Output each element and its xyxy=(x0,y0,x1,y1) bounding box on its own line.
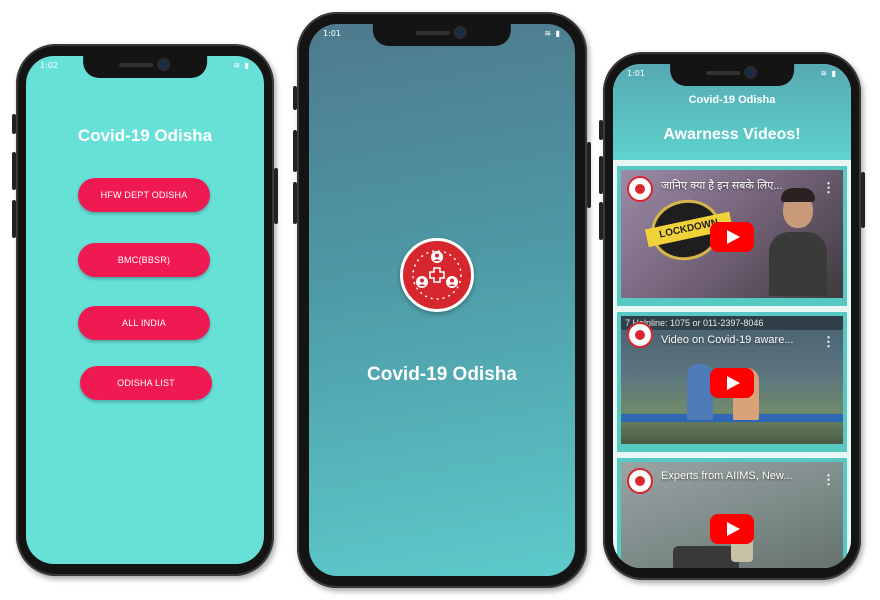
phone-power-button xyxy=(861,172,865,228)
bmc-bbsr-button[interactable]: BMC(BBSR) xyxy=(78,243,210,277)
video-thumbnail[interactable]: Experts from AIIMS, New... ⋮ xyxy=(621,462,843,568)
video-title[interactable]: Video on Covid-19 aware... xyxy=(661,334,821,346)
phone-volume-button xyxy=(12,200,16,238)
video-card[interactable]: Experts from AIIMS, New... ⋮ xyxy=(617,458,847,568)
phone-volume-button xyxy=(293,130,297,172)
more-options-icon[interactable]: ⋮ xyxy=(822,472,835,488)
status-icons: ≋ ▮ xyxy=(233,61,250,70)
page-title: Awarness Videos! xyxy=(663,126,801,143)
covid-care-logo-icon xyxy=(400,238,474,312)
app-title: Covid-19 Odisha xyxy=(367,364,517,385)
person-figure-icon xyxy=(687,364,713,420)
helpline-banner: 7 Helpline: 1075 or 011-2397-8046 xyxy=(621,316,843,330)
phone-side-button xyxy=(599,120,603,140)
more-options-icon[interactable]: ⋮ xyxy=(822,180,835,196)
page-title: Covid-19 Odisha xyxy=(77,126,213,145)
phone-volume-button xyxy=(599,156,603,194)
video-card[interactable]: 7 Helpline: 1075 or 011-2397-8046 Video … xyxy=(617,312,847,452)
video-card[interactable]: LOCKDOWN जानिए क्या है इन सबके लिए... ⋮ xyxy=(617,166,847,306)
phone-frame-splash: 1:01 ≋ ▮ Covid-19 Odisha xyxy=(293,12,591,588)
channel-avatar[interactable] xyxy=(627,468,653,494)
video-title[interactable]: जानिए क्या है इन सबके लिए... xyxy=(661,178,821,193)
video-title[interactable]: Experts from AIIMS, New... xyxy=(661,470,821,482)
phone-power-button xyxy=(274,168,278,224)
video-thumbnail[interactable]: 7 Helpline: 1075 or 011-2397-8046 Video … xyxy=(621,316,843,444)
status-time: 1:02 xyxy=(40,61,58,70)
odisha-list-button[interactable]: ODISHA LIST xyxy=(80,366,212,400)
phone-notch xyxy=(83,56,207,78)
phone-notch xyxy=(670,64,794,86)
status-icons: ≋ ▮ xyxy=(544,29,561,38)
presenter-figure-icon xyxy=(769,188,827,296)
play-button-icon[interactable] xyxy=(710,222,754,252)
phone-side-button xyxy=(12,114,16,134)
phone-volume-button xyxy=(293,182,297,224)
status-time: 1:01 xyxy=(627,69,645,78)
phone-power-button xyxy=(587,142,591,208)
splash-screen: 1:01 ≋ ▮ Covid-19 Odisha xyxy=(309,24,575,576)
menu-screen: 1:02 ≋ ▮ Covid-19 Odisha HFW DEPT ODISHA… xyxy=(26,56,264,564)
videos-screen: Covid-19 Odisha Awarness Videos! 1:01 ≋ … xyxy=(613,64,851,568)
phone-side-button xyxy=(293,86,297,110)
phone-notch xyxy=(372,24,512,46)
hfw-dept-odisha-button[interactable]: HFW DEPT ODISHA xyxy=(78,178,210,212)
phone-frame-menu: 1:02 ≋ ▮ Covid-19 Odisha HFW DEPT ODISHA… xyxy=(12,44,278,576)
more-options-icon[interactable]: ⋮ xyxy=(822,334,835,350)
play-button-icon[interactable] xyxy=(710,514,754,544)
play-button-icon[interactable] xyxy=(710,368,754,398)
channel-avatar[interactable] xyxy=(627,322,653,348)
video-thumbnail[interactable]: LOCKDOWN जानिए क्या है इन सबके लिए... ⋮ xyxy=(621,170,843,298)
phone-volume-button xyxy=(12,152,16,190)
status-time: 1:01 xyxy=(323,29,341,38)
status-icons: ≋ ▮ xyxy=(820,69,837,78)
channel-avatar[interactable] xyxy=(627,176,653,202)
sink-icon xyxy=(673,546,739,568)
people-network-icon xyxy=(412,250,462,300)
phone-volume-button xyxy=(599,202,603,240)
phone-frame-videos: Covid-19 Odisha Awarness Videos! 1:01 ≋ … xyxy=(599,52,865,580)
bench-icon xyxy=(621,414,843,422)
all-india-button[interactable]: ALL INDIA xyxy=(78,306,210,340)
app-name: Covid-19 Odisha xyxy=(688,94,776,106)
